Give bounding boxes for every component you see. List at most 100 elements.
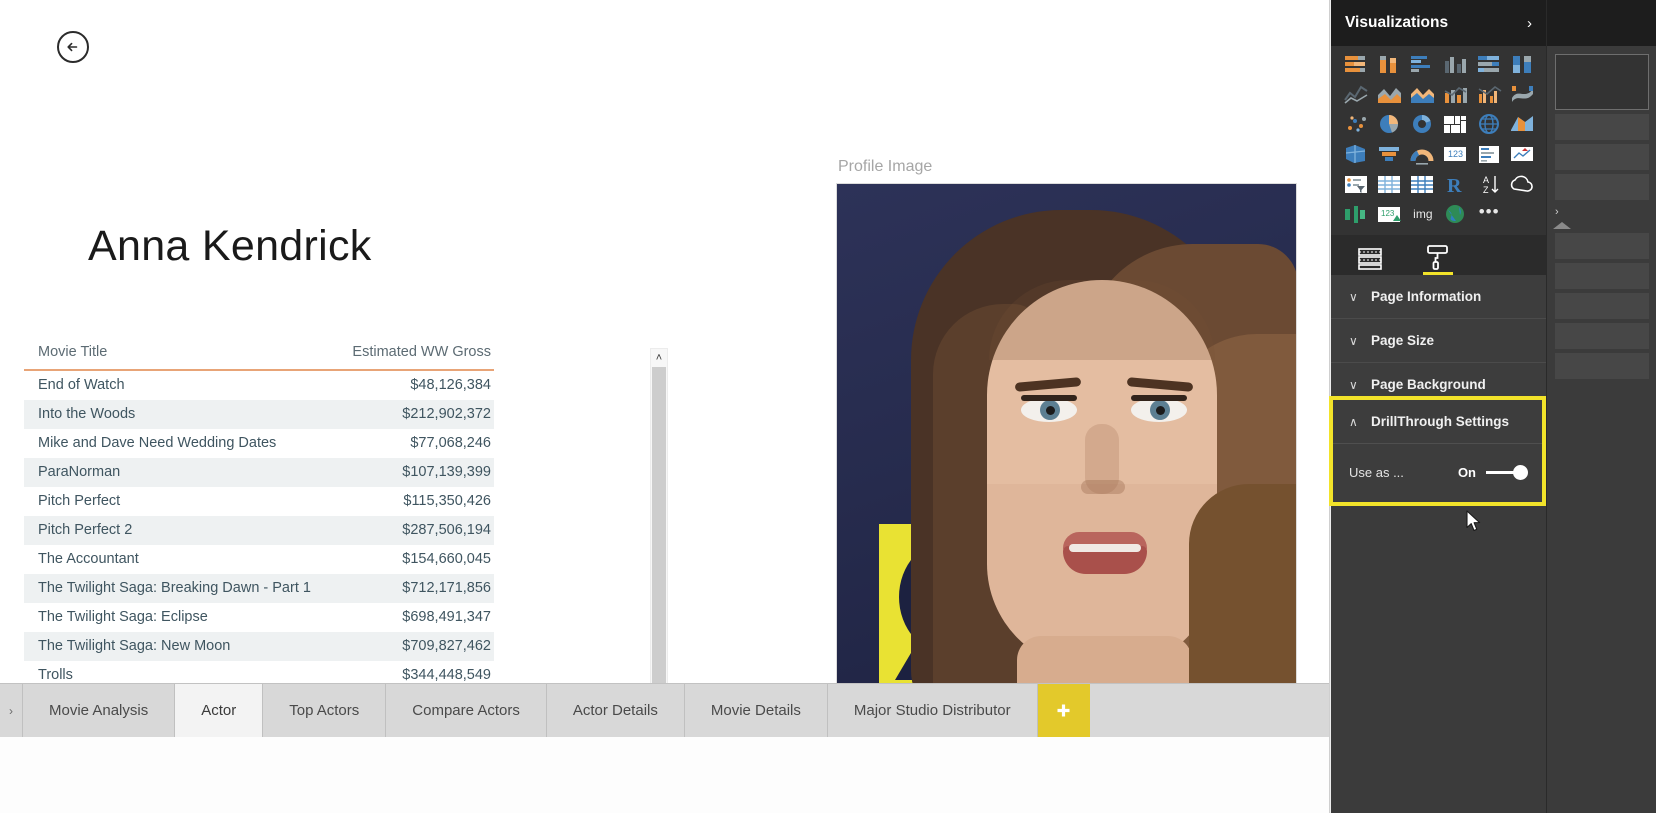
table-body: End of Watch $48,126,384 Into the Woods $21… <box>24 370 494 737</box>
cell-movie-title: Mike and Dave Need Wedding Dates <box>38 435 277 451</box>
cell-movie-title: Pitch Perfect 2 <box>24 515 324 545</box>
funnel-icon[interactable] <box>1376 142 1403 167</box>
profile-image-visual[interactable] <box>836 183 1297 728</box>
sliver-row <box>1555 293 1649 319</box>
card-icon[interactable]: 123 <box>1442 142 1469 167</box>
cell-estimated-ww-gross: $77,068,246 <box>410 435 491 451</box>
table-row[interactable]: Into the Woods $212,902,372 <box>24 399 494 429</box>
cell-movie-title: Pitch Perfect <box>38 493 121 509</box>
scroll-up-icon[interactable]: ˄ <box>651 349 667 367</box>
chevron-down-icon: ∨ <box>1349 377 1358 392</box>
table-row[interactable]: The Twilight Saga: Breaking Dawn - Part … <box>24 573 494 603</box>
decomposition-tree-icon[interactable] <box>1343 202 1370 227</box>
table-row[interactable]: Pitch Perfect 2 $287,506,194 <box>24 515 494 545</box>
caret-up-icon: ∧ <box>1349 414 1358 429</box>
visualizations-title: Visualizations <box>1345 14 1449 31</box>
add-page-button[interactable] <box>1037 684 1090 737</box>
line-chart-icon[interactable] <box>1343 82 1370 107</box>
matrix-icon[interactable] <box>1409 172 1436 197</box>
donut-chart-icon[interactable] <box>1409 112 1436 137</box>
sliver-row <box>1555 323 1649 349</box>
treemap-icon[interactable] <box>1442 112 1469 137</box>
cell-movie-title: The Twilight Saga: Breaking Dawn - Part … <box>24 573 324 603</box>
table-row[interactable]: Mike and Dave Need Wedding Dates $77,068,… <box>24 429 494 458</box>
img-visual-icon[interactable]: img <box>1409 202 1436 227</box>
hundred-percent-stacked-bar-icon[interactable] <box>1476 52 1503 77</box>
toggle-state-label: On <box>1457 464 1476 480</box>
svg-text:Z: Z <box>1483 185 1489 195</box>
clustered-column-chart-icon[interactable] <box>1442 52 1469 77</box>
globe-visual-icon[interactable] <box>1442 202 1469 227</box>
clustered-bar-chart-icon[interactable] <box>1409 52 1436 77</box>
format-section-page-information[interactable]: ∨ Page Information <box>1331 275 1546 319</box>
fields-tab[interactable] <box>1353 239 1387 271</box>
table-row[interactable]: The Twilight Saga: New Moon $709,827,462 <box>24 631 494 661</box>
cell-estimated-ww-gross: $698,491,347 <box>402 609 491 625</box>
page-tab-actor-details[interactable]: Actor Details <box>546 684 685 737</box>
cell-movie-title: End of Watch <box>38 377 125 393</box>
sliver-header <box>1547 0 1656 46</box>
format-paint-roller-tab[interactable] <box>1421 239 1455 275</box>
scrollbar-thumb[interactable] <box>652 367 666 691</box>
multi-row-card-icon[interactable] <box>1476 142 1503 167</box>
page-tab-actor[interactable]: Actor <box>175 684 264 737</box>
r-script-visual-icon[interactable]: R <box>1442 172 1469 197</box>
visual-type-gallery: 123 R A Z 123 img ••• <box>1331 46 1546 235</box>
sliver-row <box>1555 144 1649 170</box>
svg-text:A: A <box>1483 175 1489 185</box>
more-options-icon[interactable]: ••• <box>1476 202 1503 227</box>
table-row[interactable]: The Twilight Saga: Eclipse $698,491,347 <box>24 603 494 632</box>
format-pane-empty-area <box>1331 506 1546 813</box>
toggle-knob <box>1513 464 1528 480</box>
line-and-stacked-column-icon[interactable] <box>1442 82 1469 107</box>
stacked-area-chart-icon[interactable] <box>1409 82 1436 107</box>
map-icon[interactable] <box>1476 112 1503 137</box>
hundred-percent-stacked-column-icon[interactable] <box>1509 52 1536 77</box>
format-section-label: Page Background <box>1371 377 1486 392</box>
key-influencers-icon[interactable]: 123 <box>1376 202 1403 227</box>
cell-movie-title: ParaNorman <box>24 457 324 487</box>
page-tab-top-actors[interactable]: Top Actors <box>263 684 387 737</box>
use-as-drillthrough-toggle[interactable] <box>1486 464 1528 480</box>
scatter-chart-icon[interactable] <box>1343 112 1370 137</box>
filled-map-icon[interactable] <box>1509 112 1536 137</box>
area-chart-icon[interactable] <box>1376 82 1403 107</box>
page-tab-movie-details[interactable]: Movie Details <box>684 684 828 737</box>
pie-chart-icon[interactable] <box>1376 112 1403 137</box>
back-arrow-icon <box>67 42 78 52</box>
line-and-clustered-column-icon[interactable] <box>1476 82 1503 107</box>
slicer-icon[interactable] <box>1343 172 1370 197</box>
cell-estimated-ww-gross: $115,350,426 <box>403 493 491 509</box>
table-row[interactable]: ParaNorman $107,139,399 <box>24 457 494 487</box>
kpi-icon[interactable] <box>1509 142 1536 167</box>
page-tab-compare-actors[interactable]: Compare Actors <box>386 684 547 737</box>
format-section-page-size[interactable]: ∨ Page Size <box>1331 319 1546 363</box>
format-section-label: Page Size <box>1371 333 1435 348</box>
page-tab-major-studio-distributor[interactable]: Major Studio Distributor <box>827 684 1038 737</box>
ribbon-chart-icon[interactable] <box>1509 82 1536 107</box>
gauge-icon[interactable] <box>1409 142 1436 167</box>
column-header-estimated-ww-gross[interactable]: Estimated WW Gross <box>324 340 494 371</box>
shape-map-icon[interactable] <box>1343 142 1370 167</box>
column-header-movie-title[interactable]: Movie Title <box>24 340 324 371</box>
back-button[interactable] <box>57 31 89 63</box>
stacked-bar-chart-icon[interactable] <box>1343 52 1370 77</box>
drillthrough-settings-header[interactable]: ∧ DrillThrough Settings <box>1333 400 1542 444</box>
az-sort-visual-icon[interactable]: AZ <box>1476 172 1503 197</box>
chevron-down-icon: ∨ <box>1349 289 1358 304</box>
cell-estimated-ww-gross: $712,171,856 <box>324 573 494 603</box>
table-icon[interactable] <box>1376 172 1403 197</box>
table-scrollbar[interactable]: ˄ ˅ <box>650 348 668 710</box>
tab-scroll-left-icon[interactable]: › <box>0 684 22 737</box>
stacked-column-chart-icon[interactable] <box>1376 52 1403 77</box>
collapse-pane-chevron-icon[interactable]: › <box>1527 15 1532 32</box>
azure-map-icon[interactable] <box>1509 172 1536 197</box>
visualizations-header: Visualizations › <box>1331 0 1546 46</box>
table-row[interactable]: End of Watch $48,126,384 <box>24 370 494 400</box>
use-as-label: Use as ... <box>1349 464 1404 480</box>
paint-roller-icon <box>1427 245 1448 270</box>
table-row[interactable]: Pitch Perfect $115,350,426 <box>24 487 494 516</box>
page-tab-movie-analysis[interactable]: Movie Analysis <box>22 684 176 737</box>
table-row[interactable]: The Accountant $154,660,045 <box>24 545 494 574</box>
format-accordion: ∨ Page Information ∨ Page Size ∨ Page Backgro… <box>1331 275 1546 407</box>
